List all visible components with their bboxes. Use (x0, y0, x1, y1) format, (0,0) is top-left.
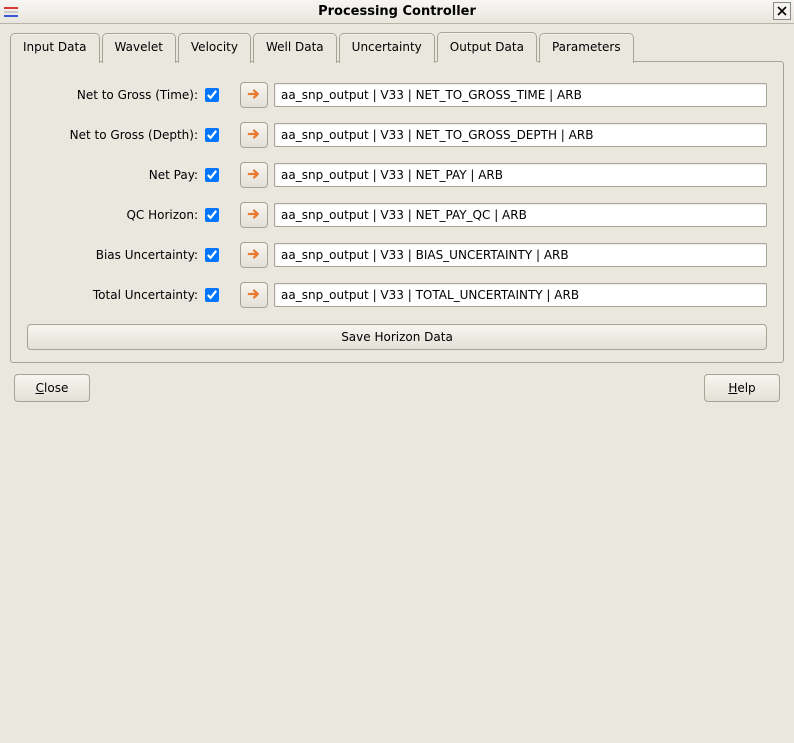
bottom-button-bar: Close Help (10, 364, 784, 406)
select-output-button[interactable] (240, 282, 268, 308)
arrow-right-icon (247, 207, 261, 224)
close-button[interactable]: Close (14, 374, 90, 402)
close-icon[interactable] (773, 2, 791, 20)
field-label: Net to Gross (Depth): (27, 128, 202, 142)
output-row: Net to Gross (Time): (27, 82, 767, 108)
enable-checkbox[interactable] (205, 88, 219, 102)
select-output-button[interactable] (240, 162, 268, 188)
tab-bar: Input DataWaveletVelocityWell DataUncert… (10, 32, 784, 364)
field-label: Net Pay: (27, 168, 202, 182)
output-row: Net to Gross (Depth): (27, 122, 767, 148)
window-body: Input DataWaveletVelocityWell DataUncert… (0, 24, 794, 743)
output-path-input[interactable] (274, 243, 767, 267)
output-path-input[interactable] (274, 83, 767, 107)
select-output-button[interactable] (240, 82, 268, 108)
field-label: QC Horizon: (27, 208, 202, 222)
output-path-input[interactable] (274, 123, 767, 147)
arrow-right-icon (247, 247, 261, 264)
titlebar: Processing Controller (0, 0, 794, 24)
arrow-right-icon (247, 167, 261, 184)
field-label: Total Uncertainty: (27, 288, 202, 302)
enable-checkbox[interactable] (205, 208, 219, 222)
enable-checkbox-wrap (202, 208, 222, 222)
enable-checkbox[interactable] (205, 248, 219, 262)
tab-parameters[interactable]: Parameters (539, 33, 634, 63)
window-title: Processing Controller (318, 4, 476, 19)
enable-checkbox-wrap (202, 128, 222, 142)
arrow-right-icon (247, 87, 261, 104)
arrow-right-icon (247, 287, 261, 304)
enable-checkbox[interactable] (205, 168, 219, 182)
help-button[interactable]: Help (704, 374, 780, 402)
save-horizon-data-button[interactable]: Save Horizon Data (27, 324, 767, 350)
output-form: Net to Gross (Time): Net to Gross (Depth)… (27, 82, 767, 322)
select-output-button[interactable] (240, 202, 268, 228)
output-row: QC Horizon: (27, 202, 767, 228)
field-label: Net to Gross (Time): (27, 88, 202, 102)
output-row: Net Pay: (27, 162, 767, 188)
arrow-right-icon (247, 127, 261, 144)
enable-checkbox-wrap (202, 248, 222, 262)
tab-output-data[interactable]: Output Data (437, 32, 537, 62)
enable-checkbox-wrap (202, 168, 222, 182)
tab-well-data[interactable]: Well Data (253, 33, 337, 63)
tab-panel-output-data: Net to Gross (Time): Net to Gross (Depth)… (10, 61, 784, 363)
tab-wavelet[interactable]: Wavelet (102, 33, 176, 63)
app-icon (4, 4, 20, 20)
output-row: Total Uncertainty: (27, 282, 767, 308)
enable-checkbox-wrap (202, 288, 222, 302)
output-path-input[interactable] (274, 203, 767, 227)
enable-checkbox[interactable] (205, 128, 219, 142)
select-output-button[interactable] (240, 122, 268, 148)
output-path-input[interactable] (274, 283, 767, 307)
tab-velocity[interactable]: Velocity (178, 33, 251, 63)
output-row: Bias Uncertainty: (27, 242, 767, 268)
field-label: Bias Uncertainty: (27, 248, 202, 262)
tab-input-data[interactable]: Input Data (10, 33, 100, 63)
tab-uncertainty[interactable]: Uncertainty (339, 33, 435, 63)
enable-checkbox-wrap (202, 88, 222, 102)
select-output-button[interactable] (240, 242, 268, 268)
enable-checkbox[interactable] (205, 288, 219, 302)
output-path-input[interactable] (274, 163, 767, 187)
